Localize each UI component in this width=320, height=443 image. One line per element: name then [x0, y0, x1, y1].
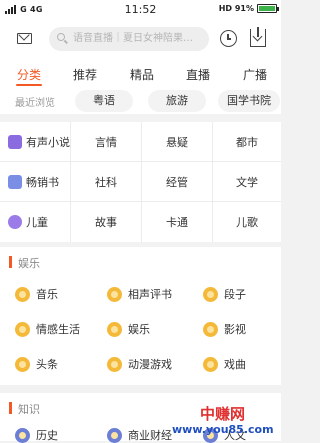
grid-cell[interactable]: 都市	[213, 122, 281, 162]
grid-cell[interactable]: 文学	[213, 162, 281, 202]
status-bar: G 4G 11:52 HD 91%	[0, 0, 281, 20]
grid-label: 都市	[236, 135, 258, 149]
ent-label: 戏曲	[224, 358, 246, 371]
tab-premium[interactable]: 精品	[130, 66, 154, 83]
grid-cell[interactable]: 儿歌	[213, 202, 281, 242]
music-icon	[15, 286, 30, 302]
ent-item-anime-games[interactable]: 动漫游戏	[107, 356, 172, 372]
ent-label: 娱乐	[128, 323, 150, 336]
grid-label: 儿童	[26, 216, 48, 229]
ent-item-headlines[interactable]: 头条	[15, 356, 58, 372]
search-input[interactable]: 语音直播｜夏日女神陪果…	[49, 27, 209, 51]
ent-item-jokes[interactable]: 段子	[203, 286, 246, 302]
watermark: 中赚网 www.you85.com	[172, 403, 282, 441]
jokes-icon	[203, 286, 218, 302]
section-marker	[9, 402, 12, 414]
grid-cell[interactable]: 故事	[71, 202, 142, 242]
grid-label: 故事	[95, 216, 117, 229]
category-grid: 有声小说 言情 悬疑 都市 畅销书 社科 经管 文学 儿童 故事 卡通 儿歌	[0, 122, 281, 242]
grid-cell[interactable]: 悬疑	[142, 122, 213, 162]
section-header-entertainment: 娱乐	[0, 247, 281, 277]
search-header: 语音直播｜夏日女神陪果…	[0, 20, 281, 58]
section-title: 娱乐	[18, 257, 40, 270]
download-icon[interactable]	[250, 27, 266, 47]
play-icon	[8, 134, 22, 149]
grid-cell[interactable]: 言情	[71, 122, 142, 162]
tab-radio[interactable]: 广播	[243, 66, 267, 83]
recent-browse-row: 最近浏览 粤语 旅游 国学书院	[0, 88, 281, 114]
section-title: 知识	[18, 403, 40, 416]
grid-label: 言情	[95, 135, 117, 149]
watermark-cn: 中赚网	[200, 405, 246, 423]
grid-cell-bestseller[interactable]: 畅销书	[0, 162, 71, 202]
child-icon	[8, 215, 22, 229]
grid-label: 文学	[236, 175, 258, 189]
ent-item-emotion[interactable]: 情感生活	[15, 321, 80, 337]
emotion-icon	[15, 321, 30, 337]
battery-label: HD 91%	[218, 4, 254, 13]
grid-label: 卡通	[166, 216, 188, 229]
ent-item-music[interactable]: 音乐	[15, 286, 58, 302]
grid-label: 有声小说	[26, 135, 70, 149]
recent-chip[interactable]: 粤语	[75, 90, 133, 112]
history-icon	[15, 427, 30, 443]
grid-cell[interactable]: 社科	[71, 162, 142, 202]
ent-label: 影视	[224, 323, 246, 336]
ent-label: 头条	[36, 358, 58, 371]
recent-chip[interactable]: 国学书院	[218, 90, 280, 112]
grid-cell-children[interactable]: 儿童	[0, 202, 71, 242]
tab-category[interactable]: 分类	[17, 66, 41, 83]
search-icon	[57, 33, 65, 41]
tab-recommend[interactable]: 推荐	[73, 66, 97, 83]
recent-label: 最近浏览	[15, 98, 55, 109]
ent-item-film[interactable]: 影视	[203, 321, 246, 337]
ent-item-entertainment[interactable]: 娱乐	[107, 321, 150, 337]
ent-item-crosstalk[interactable]: 相声评书	[107, 286, 172, 302]
crosstalk-icon	[107, 286, 122, 302]
grid-label: 悬疑	[166, 135, 188, 149]
grid-cell[interactable]: 经管	[142, 162, 213, 202]
ent-label: 情感生活	[36, 323, 80, 336]
mail-icon[interactable]	[17, 33, 32, 44]
ent-label: 段子	[224, 288, 246, 301]
film-icon	[203, 321, 218, 337]
watermark-url: www.you85.com	[172, 423, 274, 436]
grid-cell-audio-novel[interactable]: 有声小说	[0, 122, 71, 162]
grid-label: 畅销书	[26, 175, 59, 189]
ent-label: 相声评书	[128, 288, 172, 301]
battery-icon	[257, 4, 279, 13]
opera-mask-icon	[203, 356, 218, 372]
grid-label: 社科	[95, 175, 117, 189]
grid-label: 经管	[166, 175, 188, 189]
anime-icon	[107, 356, 122, 372]
search-placeholder: 语音直播｜夏日女神陪果…	[73, 33, 193, 44]
ent-label: 音乐	[36, 288, 58, 301]
business-icon	[107, 427, 122, 443]
entertainment-icon	[107, 321, 122, 337]
active-tab-indicator	[16, 84, 42, 86]
history-clock-icon[interactable]	[220, 30, 237, 47]
section-marker	[9, 256, 12, 268]
tab-live[interactable]: 直播	[186, 66, 210, 83]
grid-cell[interactable]: 卡通	[142, 202, 213, 242]
status-right: HD 91%	[218, 4, 279, 13]
ent-item-opera[interactable]: 戏曲	[203, 356, 246, 372]
ent-label: 动漫游戏	[128, 358, 172, 371]
entertainment-grid: 音乐 相声评书 段子 情感生活 娱乐 影视 头条 动漫游戏 戏曲	[0, 277, 281, 385]
headlines-icon	[15, 356, 30, 372]
book-icon	[8, 174, 22, 189]
category-tabs: 分类 推荐 精品 直播 广播	[0, 58, 281, 88]
grid-label: 儿歌	[236, 216, 258, 229]
recent-chip[interactable]: 旅游	[148, 90, 206, 112]
